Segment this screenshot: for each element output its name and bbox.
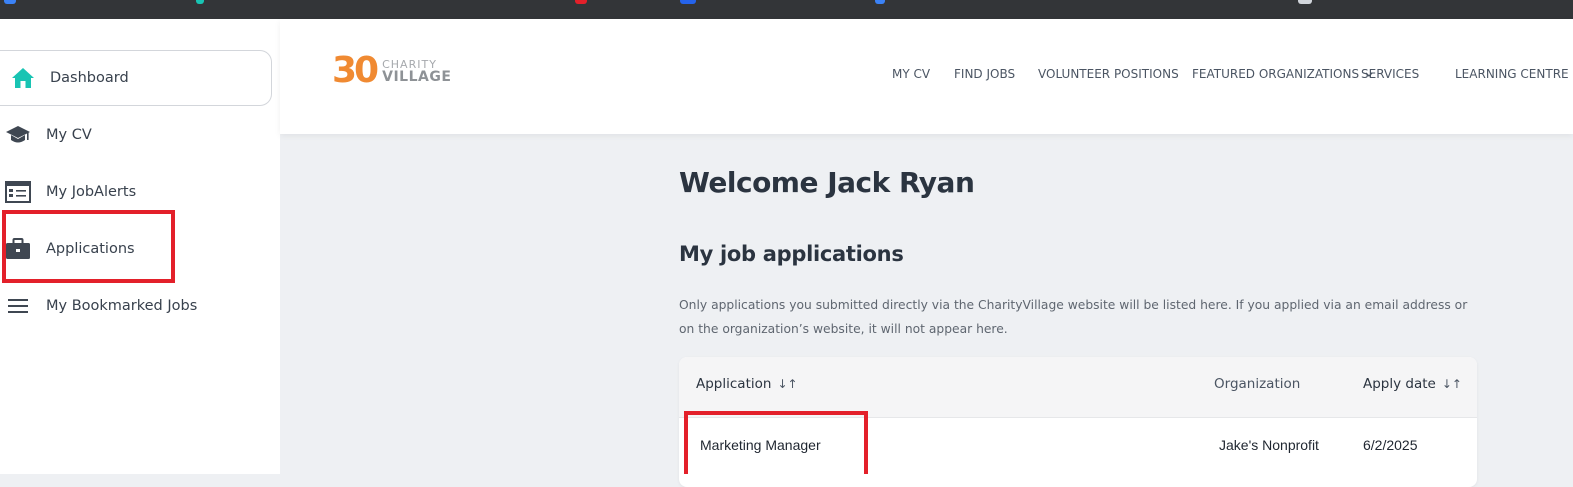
table-header: Application ↓↑ Organization Apply date ↓↑: [679, 357, 1477, 418]
job-alerts-icon: [0, 181, 36, 203]
sidebar-item-label: My JobAlerts: [46, 184, 137, 200]
page-title: Welcome Jack Ryan: [679, 166, 975, 199]
sort-icon[interactable]: ↓↑: [1442, 377, 1462, 391]
bookmark-icon[interactable]: [875, 0, 885, 4]
apply-date-cell: 6/2/2025: [1363, 437, 1418, 453]
nav-my-cv[interactable]: MY CV: [892, 67, 930, 81]
sidebar-item-label: Dashboard: [50, 70, 129, 86]
nav-find-jobs[interactable]: FIND JOBS: [954, 67, 1015, 81]
logo-word-village: VILLAGE: [382, 68, 452, 85]
nav-services-label: SERVICES: [1361, 67, 1420, 81]
sidebar-item-label: My Bookmarked Jobs: [46, 298, 198, 314]
applications-table: Application ↓↑ Organization Apply date ↓↑ …: [679, 357, 1477, 487]
sidebar-item-my-cv[interactable]: My CV: [0, 107, 272, 163]
site-header: 30 CHARITY VILLAGE MY CV FIND JOBS VOLUN…: [280, 19, 1573, 134]
bookmark-icon[interactable]: [196, 0, 204, 4]
column-header-application[interactable]: Application ↓↑: [696, 376, 798, 392]
organization-cell: Jake's Nonprofit: [1219, 437, 1319, 453]
sidebar-item-applications[interactable]: Applications: [0, 221, 272, 277]
nav-volunteer-positions[interactable]: VOLUNTEER POSITIONS: [1038, 67, 1179, 81]
bookmark-icon[interactable]: [1298, 0, 1312, 4]
sidebar: Dashboard My CV My JobAlerts Application…: [0, 19, 280, 474]
briefcase-icon: [0, 238, 36, 260]
bookmark-icon[interactable]: [4, 0, 16, 4]
bookmark-icon[interactable]: [575, 0, 587, 4]
section-title: My job applications: [679, 242, 904, 266]
sidebar-item-label: Applications: [46, 241, 135, 257]
logo-number: 30: [332, 50, 379, 91]
applications-note: Only applications you submitted directly…: [679, 298, 1468, 336]
nav-featured-organizations[interactable]: FEATURED ORGANIZATIONS: [1192, 67, 1359, 81]
sidebar-item-my-jobalerts[interactable]: My JobAlerts: [0, 164, 272, 220]
sort-icon[interactable]: ↓↑: [777, 377, 797, 391]
bookmark-icon[interactable]: [680, 0, 696, 4]
column-header-organization: Organization: [1214, 376, 1301, 392]
column-header-apply-date[interactable]: Apply date ↓↑: [1363, 376, 1462, 392]
sidebar-item-my-bookmarked-jobs[interactable]: My Bookmarked Jobs: [0, 278, 272, 334]
sidebar-item-dashboard[interactable]: Dashboard: [0, 50, 272, 106]
application-title-link[interactable]: Marketing Manager: [700, 437, 821, 453]
logo-word-charity: CHARITY: [382, 57, 437, 71]
nav-learning-centre[interactable]: LEARNING CENTRE: [1455, 67, 1569, 81]
browser-bookmarks-bar: [0, 0, 1573, 19]
nav-services[interactable]: SERVICES: [1361, 67, 1419, 81]
sidebar-item-label: My CV: [46, 127, 92, 143]
charityvillage-logo[interactable]: 30 CHARITY VILLAGE: [332, 53, 451, 89]
menu-lines-icon: [0, 297, 36, 315]
home-icon: [0, 66, 46, 90]
graduation-cap-icon: [0, 124, 36, 146]
